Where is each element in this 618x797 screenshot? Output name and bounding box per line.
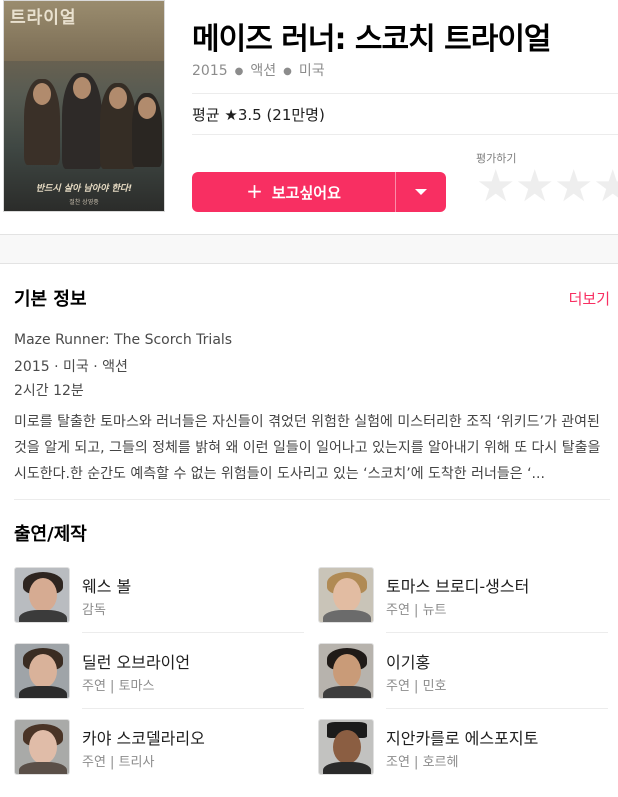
movie-country: 미국 [298, 63, 325, 79]
cast-section-title: 출연/제작 [14, 524, 87, 545]
avatar [318, 719, 374, 775]
wish-button-label: 보고싶어요 [271, 183, 341, 202]
movie-details: 2015 · 미국 · 액션 [14, 359, 128, 375]
star-icon[interactable]: ★ [515, 165, 554, 209]
divider [82, 632, 304, 633]
cast-item[interactable]: 토마스 브로디-생스터 주연 | 뉴트 [318, 567, 608, 633]
wish-button[interactable]: + 보고싶어요 [192, 172, 395, 212]
cast-item[interactable]: 웨스 볼 감독 [14, 567, 304, 633]
avatar [14, 643, 70, 699]
synopsis: 미로를 탈출한 토마스와 러너들은 자신들이 겪었던 위험한 실험에 미스터리한… [14, 414, 601, 482]
divider [14, 499, 610, 500]
cast-name: 카야 스코델라리오 [82, 729, 205, 748]
cast-name: 웨스 볼 [82, 577, 132, 596]
divider [386, 708, 608, 709]
meta-dot: ● [234, 66, 244, 77]
cast-item[interactable]: 딜런 오브라이언 주연 | 토마스 [14, 643, 304, 709]
wish-dropdown-button[interactable] [396, 172, 446, 212]
wish-button-group: + 보고싶어요 [192, 172, 446, 212]
avatar [14, 719, 70, 775]
star-icon[interactable]: ★ [554, 165, 593, 209]
cast-name: 딜런 오브라이언 [82, 653, 191, 672]
original-title: Maze Runner: The Scorch Trials [14, 332, 233, 348]
star-rating-input[interactable]: ★ ★ ★ ★ [476, 165, 618, 209]
cast-item[interactable]: 지안카를로 에스포지토 조연 | 호르헤 [318, 719, 608, 785]
divider [386, 632, 608, 633]
divider [82, 708, 304, 709]
poster-title-text: 트라이얼 [10, 8, 77, 28]
movie-header: 트라이얼 반드시 살아 남아야 한다! 절찬 상영중 메이즈 러너: 스코치 트… [0, 0, 618, 234]
cast-item[interactable]: 카야 스코델라리오 주연 | 트리사 [14, 719, 304, 785]
avatar [318, 643, 374, 699]
meta-dot: ● [283, 66, 292, 77]
more-link[interactable]: 더보기 [569, 288, 610, 309]
poster-figure [132, 93, 162, 167]
movie-genre: 액션 [250, 63, 277, 79]
average-rating: 평균 ★3.5 (21만명) [192, 106, 325, 124]
star-icon[interactable]: ★ [593, 165, 618, 209]
chevron-down-icon [415, 189, 427, 195]
cast-role: 주연 | 민호 [386, 679, 447, 694]
movie-title: 메이즈 러너: 스코치 트라이얼 [192, 22, 552, 57]
star-icon[interactable]: ★ [476, 165, 515, 209]
basic-info-title: 기본 정보 [14, 289, 87, 310]
cast-role: 주연 | 트리사 [82, 755, 155, 770]
plus-icon: + [246, 179, 263, 203]
runtime: 2시간 12분 [14, 383, 84, 399]
avatar [318, 567, 374, 623]
movie-year: 2015 [192, 63, 228, 79]
cast-role: 주연 | 토마스 [82, 679, 155, 694]
cast-name: 토마스 브로디-생스터 [386, 577, 530, 596]
poster-figure [62, 73, 102, 169]
cast-role: 감독 [82, 603, 106, 618]
cast-item[interactable]: 이기홍 주연 | 민호 [318, 643, 608, 709]
cast-role: 주연 | 뉴트 [386, 603, 447, 618]
movie-meta: 2015 ● 액션 ● 미국 [192, 60, 325, 80]
cast-role: 조연 | 호르헤 [386, 755, 459, 770]
section-separator-band [0, 234, 618, 264]
avatar [14, 567, 70, 623]
poster-subline: 절찬 상영중 [69, 199, 99, 206]
movie-poster[interactable]: 트라이얼 반드시 살아 남아야 한다! 절찬 상영중 [3, 0, 165, 212]
divider [192, 134, 618, 135]
divider [192, 93, 618, 94]
cast-name: 이기홍 [386, 653, 431, 672]
poster-figure [24, 79, 60, 165]
poster-figure [100, 83, 136, 169]
cast-name: 지안카를로 에스포지토 [386, 729, 539, 748]
poster-tagline: 반드시 살아 남아야 한다! [35, 184, 133, 194]
